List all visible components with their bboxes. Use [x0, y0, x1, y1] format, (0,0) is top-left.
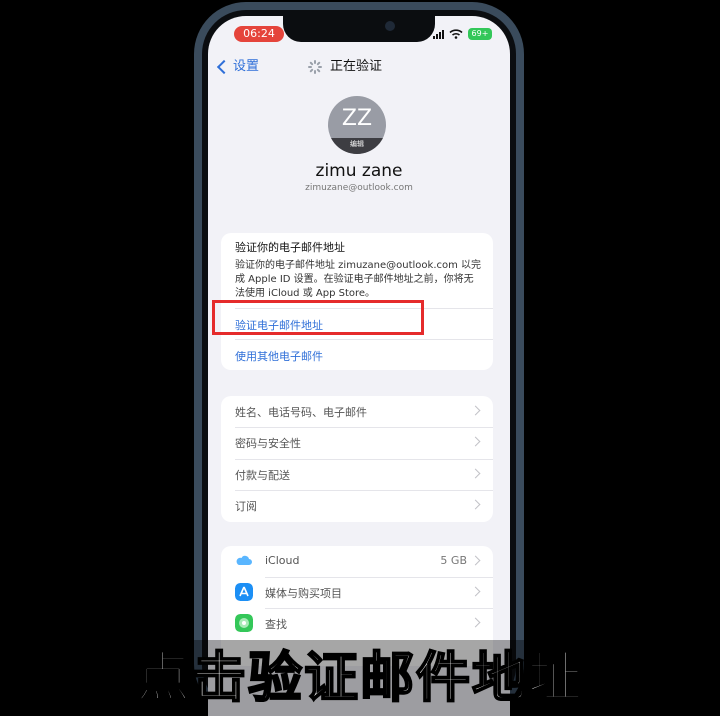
status-time: 06:24	[234, 26, 284, 42]
menu-item-name-phone-email[interactable]: 姓名、电话号码、电子邮件	[221, 396, 493, 427]
chevron-right-icon	[470, 499, 481, 510]
page-title: 正在验证	[308, 56, 382, 78]
profile-name: zimu zane	[315, 161, 403, 181]
divider	[235, 339, 493, 340]
menu-item-label: 订阅	[235, 500, 257, 513]
avatar-edit-label[interactable]: 编辑	[328, 138, 386, 154]
video-caption: 点击验证邮件地址	[135, 645, 584, 710]
loading-spinner-icon	[308, 60, 322, 74]
menu-item-label: 媒体与购买项目	[265, 587, 342, 600]
back-button[interactable]: 设置	[216, 56, 259, 78]
verify-description: 验证你的电子邮件地址 zimuzane@outlook.com 以完成 Appl…	[235, 260, 482, 299]
menu-item-media-purchases[interactable]: 媒体与购买项目	[221, 577, 493, 608]
avatar[interactable]: ZZ 编辑	[328, 96, 386, 154]
menu-item-label: 姓名、电话号码、电子邮件	[235, 406, 367, 419]
use-other-email-link[interactable]: 使用其他电子邮件	[235, 348, 323, 364]
menu-item-label: 密码与安全性	[235, 437, 301, 450]
navigation-bar: 设置 正在验证	[208, 56, 510, 80]
chevron-left-icon	[216, 59, 232, 75]
status-indicators: 69+	[433, 26, 492, 42]
account-settings-card: 姓名、电话号码、电子邮件 密码与安全性 付款与配送 订阅	[221, 396, 493, 522]
icloud-storage: 5 GB	[440, 554, 467, 567]
back-label: 设置	[233, 59, 260, 74]
menu-item-subscriptions[interactable]: 订阅	[221, 490, 493, 521]
menu-item-label: 查找	[265, 618, 287, 631]
chevron-right-icon	[470, 617, 481, 628]
profile-email: zimuzane@outlook.com	[305, 183, 413, 193]
signal-icon	[433, 29, 444, 39]
page-title-text: 正在验证	[330, 59, 383, 74]
menu-item-label: iCloud	[265, 554, 300, 567]
menu-item-payment-shipping[interactable]: 付款与配送	[221, 459, 493, 490]
menu-item-password-security[interactable]: 密码与安全性	[221, 427, 493, 458]
app-store-icon	[235, 583, 253, 601]
chevron-right-icon	[470, 405, 481, 416]
verify-title: 验证你的电子邮件地址	[235, 241, 345, 254]
battery-indicator: 69+	[468, 28, 492, 40]
menu-item-icloud[interactable]: iCloud 5 GB	[221, 546, 493, 577]
highlight-box	[212, 300, 424, 335]
find-my-icon	[235, 614, 253, 632]
avatar-initials: ZZ	[341, 106, 373, 131]
chevron-right-icon	[470, 468, 481, 479]
menu-item-find-my[interactable]: 查找	[221, 608, 493, 639]
camera-icon	[385, 21, 395, 31]
wifi-icon	[449, 29, 463, 39]
icloud-icon	[236, 555, 252, 565]
chevron-right-icon	[470, 555, 481, 566]
phone-screen: 06:24 69+ 设置 正在验证 ZZ 编辑 zimu zane zimuza…	[208, 16, 510, 716]
menu-item-label: 付款与配送	[235, 469, 290, 482]
chevron-right-icon	[470, 586, 481, 597]
chevron-right-icon	[470, 436, 481, 447]
notch	[283, 16, 435, 42]
